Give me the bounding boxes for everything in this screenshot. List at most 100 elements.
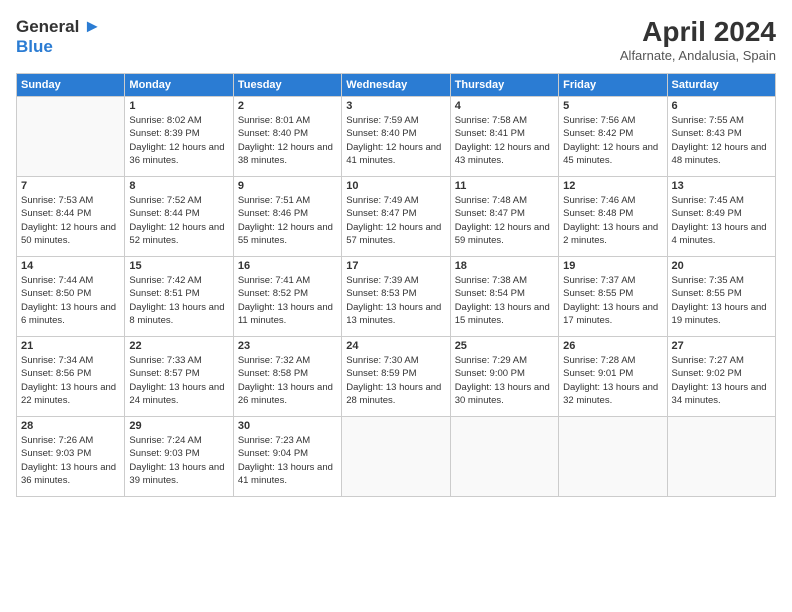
day-detail: Sunrise: 7:53 AMSunset: 8:44 PMDaylight:… [21,195,116,246]
day-number: 1 [129,100,228,112]
table-row: 14 Sunrise: 7:44 AMSunset: 8:50 PMDaylig… [17,257,125,337]
day-detail: Sunrise: 7:44 AMSunset: 8:50 PMDaylight:… [21,275,116,326]
day-detail: Sunrise: 7:46 AMSunset: 8:48 PMDaylight:… [563,195,658,246]
day-detail: Sunrise: 7:49 AMSunset: 8:47 PMDaylight:… [346,195,441,246]
table-row: 28 Sunrise: 7:26 AMSunset: 9:03 PMDaylig… [17,417,125,497]
day-number: 3 [346,100,445,112]
table-row: 18 Sunrise: 7:38 AMSunset: 8:54 PMDaylig… [450,257,558,337]
table-row: 25 Sunrise: 7:29 AMSunset: 9:00 PMDaylig… [450,337,558,417]
day-detail: Sunrise: 7:37 AMSunset: 8:55 PMDaylight:… [563,275,658,326]
page: General ► Blue April 2024 Alfarnate, And… [0,0,792,612]
day-number: 5 [563,100,662,112]
logo: General ► Blue [16,16,101,57]
day-detail: Sunrise: 7:58 AMSunset: 8:41 PMDaylight:… [455,115,550,166]
day-detail: Sunrise: 7:23 AMSunset: 9:04 PMDaylight:… [238,435,333,486]
day-detail: Sunrise: 7:28 AMSunset: 9:01 PMDaylight:… [563,355,658,406]
day-number: 2 [238,100,337,112]
table-row: 3 Sunrise: 7:59 AMSunset: 8:40 PMDayligh… [342,97,450,177]
day-number: 28 [21,420,120,432]
col-tuesday: Tuesday [233,74,341,97]
table-row: 8 Sunrise: 7:52 AMSunset: 8:44 PMDayligh… [125,177,233,257]
table-row: 24 Sunrise: 7:30 AMSunset: 8:59 PMDaylig… [342,337,450,417]
logo-blue: Blue [16,37,53,57]
table-row: 17 Sunrise: 7:39 AMSunset: 8:53 PMDaylig… [342,257,450,337]
table-row: 9 Sunrise: 7:51 AMSunset: 8:46 PMDayligh… [233,177,341,257]
day-detail: Sunrise: 7:38 AMSunset: 8:54 PMDaylight:… [455,275,550,326]
day-number: 6 [672,100,771,112]
day-detail: Sunrise: 7:48 AMSunset: 8:47 PMDaylight:… [455,195,550,246]
table-row: 10 Sunrise: 7:49 AMSunset: 8:47 PMDaylig… [342,177,450,257]
day-number: 23 [238,340,337,352]
day-detail: Sunrise: 8:02 AMSunset: 8:39 PMDaylight:… [129,115,224,166]
day-detail: Sunrise: 7:32 AMSunset: 8:58 PMDaylight:… [238,355,333,406]
calendar: Sunday Monday Tuesday Wednesday Thursday… [16,73,776,497]
day-number: 13 [672,180,771,192]
table-row: 20 Sunrise: 7:35 AMSunset: 8:55 PMDaylig… [667,257,775,337]
table-row: 30 Sunrise: 7:23 AMSunset: 9:04 PMDaylig… [233,417,341,497]
table-row: 23 Sunrise: 7:32 AMSunset: 8:58 PMDaylig… [233,337,341,417]
table-row: 11 Sunrise: 7:48 AMSunset: 8:47 PMDaylig… [450,177,558,257]
day-detail: Sunrise: 7:24 AMSunset: 9:03 PMDaylight:… [129,435,224,486]
table-row [559,417,667,497]
day-number: 20 [672,260,771,272]
table-row: 22 Sunrise: 7:33 AMSunset: 8:57 PMDaylig… [125,337,233,417]
day-detail: Sunrise: 7:51 AMSunset: 8:46 PMDaylight:… [238,195,333,246]
day-detail: Sunrise: 7:26 AMSunset: 9:03 PMDaylight:… [21,435,116,486]
location: Alfarnate, Andalusia, Spain [620,48,776,63]
day-number: 24 [346,340,445,352]
header: General ► Blue April 2024 Alfarnate, And… [16,16,776,63]
col-saturday: Saturday [667,74,775,97]
col-thursday: Thursday [450,74,558,97]
day-number: 21 [21,340,120,352]
day-detail: Sunrise: 7:29 AMSunset: 9:00 PMDaylight:… [455,355,550,406]
day-number: 19 [563,260,662,272]
logo-general: General [16,17,79,37]
day-number: 15 [129,260,228,272]
day-detail: Sunrise: 7:55 AMSunset: 8:43 PMDaylight:… [672,115,767,166]
col-wednesday: Wednesday [342,74,450,97]
table-row: 4 Sunrise: 7:58 AMSunset: 8:41 PMDayligh… [450,97,558,177]
calendar-header-row: Sunday Monday Tuesday Wednesday Thursday… [17,74,776,97]
table-row [17,97,125,177]
day-detail: Sunrise: 7:42 AMSunset: 8:51 PMDaylight:… [129,275,224,326]
day-detail: Sunrise: 7:35 AMSunset: 8:55 PMDaylight:… [672,275,767,326]
day-number: 8 [129,180,228,192]
col-sunday: Sunday [17,74,125,97]
day-number: 10 [346,180,445,192]
day-number: 18 [455,260,554,272]
table-row: 19 Sunrise: 7:37 AMSunset: 8:55 PMDaylig… [559,257,667,337]
table-row: 12 Sunrise: 7:46 AMSunset: 8:48 PMDaylig… [559,177,667,257]
day-detail: Sunrise: 8:01 AMSunset: 8:40 PMDaylight:… [238,115,333,166]
day-number: 7 [21,180,120,192]
table-row: 21 Sunrise: 7:34 AMSunset: 8:56 PMDaylig… [17,337,125,417]
day-detail: Sunrise: 7:52 AMSunset: 8:44 PMDaylight:… [129,195,224,246]
day-number: 30 [238,420,337,432]
day-detail: Sunrise: 7:33 AMSunset: 8:57 PMDaylight:… [129,355,224,406]
table-row: 1 Sunrise: 8:02 AMSunset: 8:39 PMDayligh… [125,97,233,177]
day-number: 9 [238,180,337,192]
table-row: 26 Sunrise: 7:28 AMSunset: 9:01 PMDaylig… [559,337,667,417]
day-detail: Sunrise: 7:45 AMSunset: 8:49 PMDaylight:… [672,195,767,246]
day-number: 26 [563,340,662,352]
table-row: 6 Sunrise: 7:55 AMSunset: 8:43 PMDayligh… [667,97,775,177]
day-detail: Sunrise: 7:39 AMSunset: 8:53 PMDaylight:… [346,275,441,326]
day-number: 16 [238,260,337,272]
table-row: 7 Sunrise: 7:53 AMSunset: 8:44 PMDayligh… [17,177,125,257]
table-row: 27 Sunrise: 7:27 AMSunset: 9:02 PMDaylig… [667,337,775,417]
day-number: 14 [21,260,120,272]
table-row: 5 Sunrise: 7:56 AMSunset: 8:42 PMDayligh… [559,97,667,177]
title-block: April 2024 Alfarnate, Andalusia, Spain [620,16,776,63]
table-row [667,417,775,497]
day-number: 17 [346,260,445,272]
month-title: April 2024 [620,16,776,48]
day-detail: Sunrise: 7:30 AMSunset: 8:59 PMDaylight:… [346,355,441,406]
day-number: 11 [455,180,554,192]
table-row: 29 Sunrise: 7:24 AMSunset: 9:03 PMDaylig… [125,417,233,497]
day-detail: Sunrise: 7:59 AMSunset: 8:40 PMDaylight:… [346,115,441,166]
table-row: 13 Sunrise: 7:45 AMSunset: 8:49 PMDaylig… [667,177,775,257]
table-row [342,417,450,497]
table-row [450,417,558,497]
day-number: 25 [455,340,554,352]
day-detail: Sunrise: 7:27 AMSunset: 9:02 PMDaylight:… [672,355,767,406]
day-detail: Sunrise: 7:41 AMSunset: 8:52 PMDaylight:… [238,275,333,326]
